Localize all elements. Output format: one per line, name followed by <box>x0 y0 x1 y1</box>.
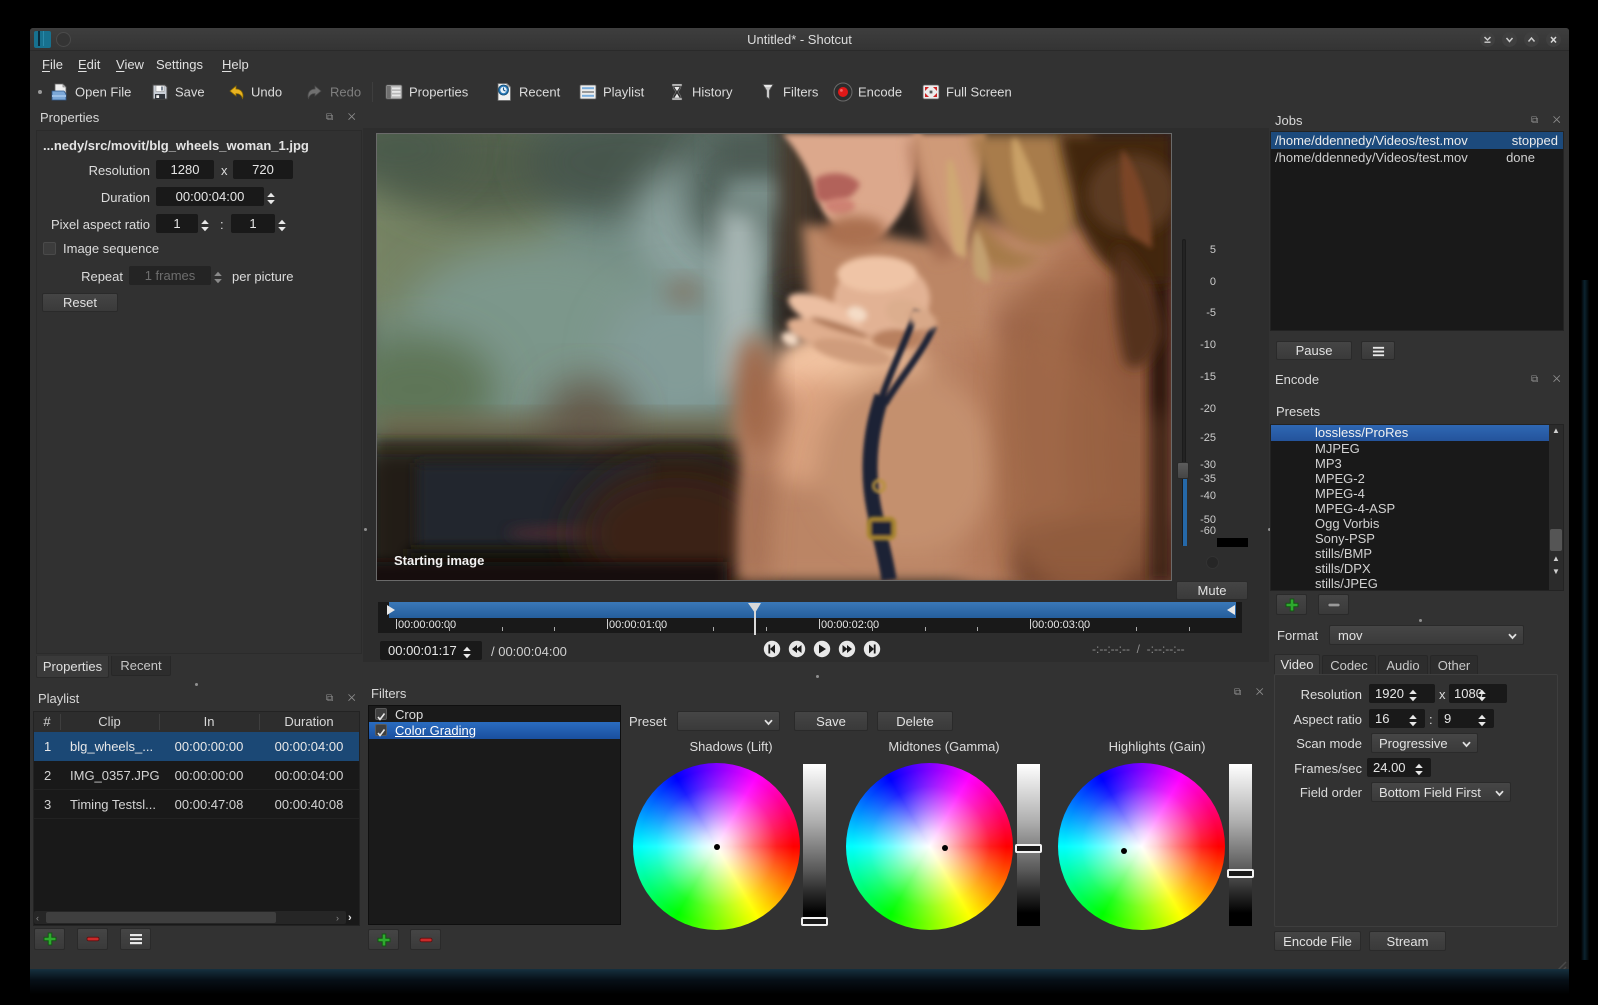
svg-text:Starting image: Starting image <box>394 553 484 568</box>
